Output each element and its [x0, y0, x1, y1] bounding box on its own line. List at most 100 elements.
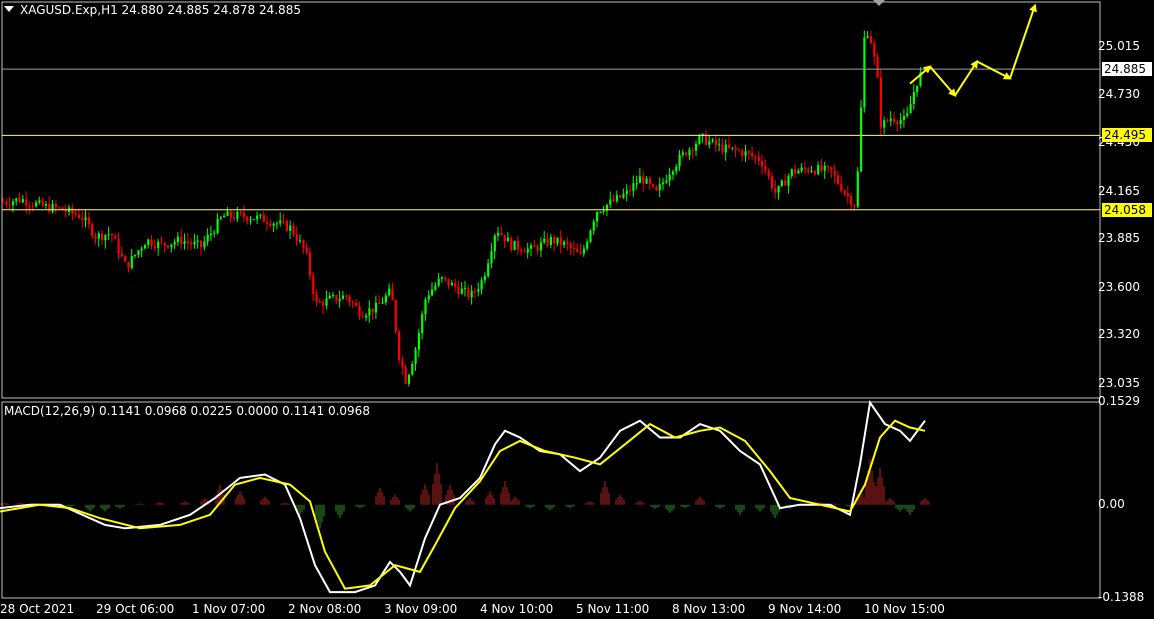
bear-candle — [803, 167, 807, 170]
bear-candle — [94, 236, 97, 239]
bear-candle — [318, 301, 321, 303]
bear-candle — [473, 291, 477, 293]
bear-candle — [87, 217, 90, 225]
bear-candle — [520, 249, 523, 252]
projection-arrow — [1009, 3, 1037, 79]
bull-candle — [906, 113, 909, 117]
bull-candle — [252, 219, 255, 221]
bear-candle — [576, 248, 579, 253]
bull-candle — [671, 171, 675, 175]
bear-candle — [401, 360, 404, 368]
bear-candle — [285, 220, 288, 231]
bull-candle — [450, 282, 453, 286]
trading-chart-window[interactable]: XAGUSD.Exp,H1 24.880 24.885 24.878 24.88… — [0, 0, 1154, 619]
bull-candle — [216, 218, 219, 233]
bear-candle — [642, 176, 645, 184]
bull-candle — [483, 276, 486, 281]
bull-candle — [599, 211, 602, 213]
time-tick-label: 28 Oct 2021 — [0, 602, 75, 616]
bull-candle — [678, 154, 681, 167]
macd-main-line — [0, 400, 926, 594]
bull-candle — [622, 194, 625, 198]
bull-candle — [668, 174, 671, 181]
level-price-tag: 24.058 — [1102, 202, 1152, 217]
bull-candle — [38, 200, 41, 203]
bull-candle — [384, 295, 387, 303]
price-tick-label: 23.885 — [1098, 231, 1140, 246]
bear-candle — [579, 252, 582, 254]
bear-candle — [827, 165, 830, 168]
bull-candle — [912, 92, 915, 105]
bull-candle — [549, 237, 552, 246]
bear-candle — [774, 188, 777, 193]
bull-candle — [424, 299, 427, 315]
bull-candle — [615, 195, 618, 202]
bear-candle — [747, 151, 750, 153]
bull-candle — [902, 116, 906, 120]
bull-candle — [414, 349, 417, 364]
time-tick-label: 10 Nov 15:00 — [864, 602, 945, 616]
price-tick-label: 24.730 — [1098, 87, 1140, 102]
bull-candle — [539, 242, 543, 251]
bull-candle — [625, 190, 628, 195]
bear-candle — [378, 302, 381, 304]
time-tick-label: 29 Oct 06:00 — [96, 602, 175, 616]
bear-candle — [523, 251, 526, 253]
bear-candle — [110, 234, 114, 236]
bear-candle — [879, 77, 882, 128]
bear-candle — [391, 288, 394, 301]
bull-candle — [104, 235, 107, 241]
bear-candle — [355, 303, 358, 306]
collapse-triangle-icon[interactable] — [4, 6, 14, 12]
bull-candle — [543, 238, 546, 243]
bear-candle — [629, 190, 632, 192]
projection-arrow — [976, 60, 1012, 80]
bear-candle — [807, 169, 810, 172]
bear-candle — [850, 196, 853, 206]
bull-candle — [209, 233, 213, 236]
price-chart-pane[interactable] — [0, 0, 1154, 619]
bull-candle — [688, 149, 691, 156]
time-tick-label: 1 Nov 07:00 — [192, 602, 266, 616]
bear-candle — [180, 236, 183, 244]
bear-candle — [404, 367, 407, 384]
bear-candle — [516, 240, 519, 250]
bear-candle — [566, 241, 569, 244]
macd-pane-border — [1, 401, 1101, 599]
bear-candle — [2, 202, 5, 204]
bear-candle — [190, 242, 193, 245]
bull-candle — [487, 263, 490, 277]
bull-candle — [582, 248, 585, 254]
bull-candle — [421, 314, 424, 334]
bear-candle — [239, 211, 242, 213]
price-tick-label: 23.320 — [1098, 327, 1140, 342]
bear-candle — [685, 152, 688, 156]
bull-candle — [51, 203, 54, 212]
bull-candle — [134, 254, 137, 257]
bear-candle — [41, 200, 44, 206]
shift-marker-icon[interactable] — [873, 0, 885, 6]
symbol-header[interactable]: XAGUSD.Exp,H1 24.880 24.885 24.878 24.88… — [4, 3, 301, 17]
bull-candle — [368, 308, 371, 316]
projection-arrow — [954, 59, 979, 97]
bull-candle — [724, 144, 727, 153]
bear-candle — [751, 152, 754, 157]
bear-candle — [648, 178, 651, 185]
bear-candle — [619, 195, 622, 198]
time-tick-label: 4 Nov 10:00 — [480, 602, 554, 616]
bear-candle — [242, 212, 246, 217]
bear-candle — [262, 214, 265, 222]
bull-candle — [272, 223, 275, 226]
bull-candle — [275, 223, 279, 225]
bear-candle — [48, 203, 51, 212]
bull-candle — [15, 198, 18, 202]
bull-candle — [374, 302, 378, 313]
level-price-tag: 24.495 — [1102, 128, 1152, 143]
bull-candle — [437, 278, 440, 286]
bull-candle — [675, 166, 678, 172]
bear-candle — [117, 238, 120, 254]
bull-candle — [596, 212, 599, 222]
bear-candle — [734, 147, 737, 150]
bull-candle — [21, 199, 24, 203]
bear-candle — [714, 139, 717, 146]
